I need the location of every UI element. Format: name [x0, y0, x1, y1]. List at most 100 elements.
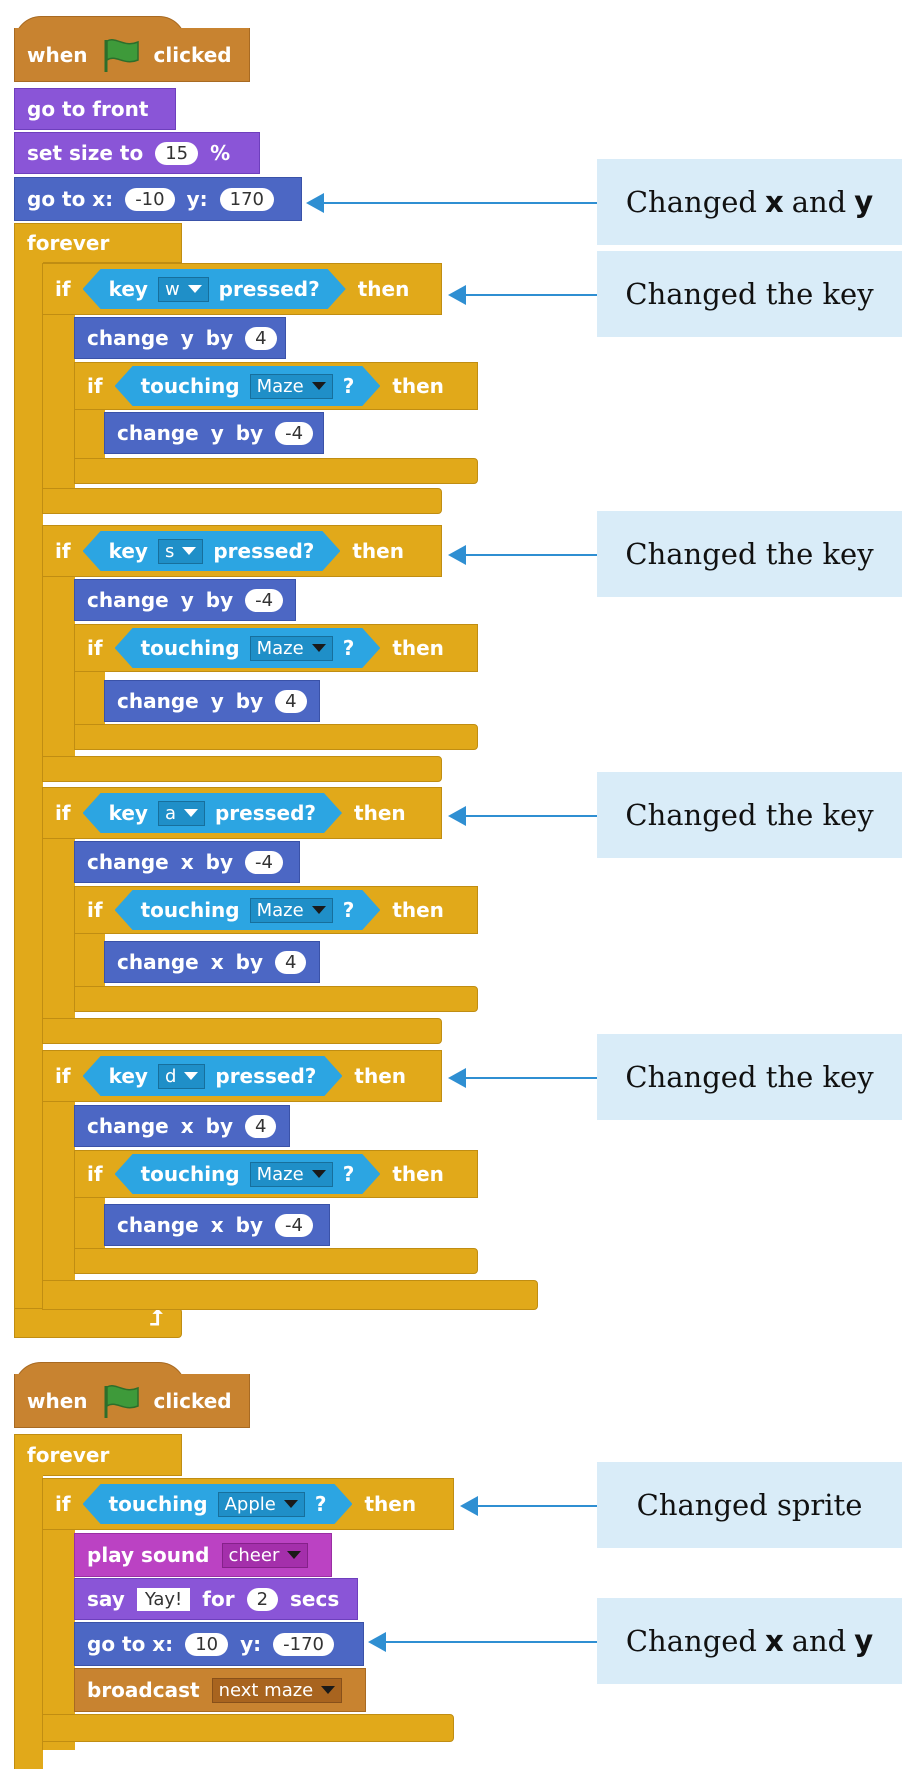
- x-value-input[interactable]: 10: [185, 1632, 229, 1656]
- change-value-input[interactable]: 4: [244, 1114, 277, 1138]
- play-sound-label: play sound: [87, 1543, 210, 1567]
- touching-sensor[interactable]: touching Maze ?: [115, 366, 381, 406]
- change-block-a[interactable]: change x by -4: [74, 841, 300, 883]
- note-changed-key-s: Changed the key: [597, 511, 902, 597]
- undo-value-input[interactable]: -4: [274, 1213, 313, 1237]
- touching-dropdown[interactable]: Maze: [250, 898, 333, 923]
- change-label: change: [117, 950, 199, 974]
- when-label: when: [27, 42, 88, 67]
- set-size-block[interactable]: set size to 15 %: [14, 132, 260, 174]
- then-label: then: [354, 801, 406, 825]
- arrow-key-a: [448, 806, 597, 826]
- then-label: then: [364, 1492, 417, 1516]
- broadcast-dropdown[interactable]: next maze: [211, 1677, 343, 1703]
- if-key-block-s[interactable]: if key s pressed? then: [42, 525, 442, 577]
- touching-label: touching: [140, 898, 240, 922]
- change-block-d[interactable]: change x by 4: [74, 1105, 290, 1147]
- touching-dropdown[interactable]: Apple: [218, 1492, 305, 1517]
- touching-sensor[interactable]: touching Maze ?: [115, 1154, 381, 1194]
- sound-dropdown[interactable]: cheer: [221, 1542, 309, 1568]
- dropdown-arrow-icon: [312, 1170, 326, 1178]
- dropdown-arrow-icon: [188, 285, 202, 293]
- key-value: s: [164, 540, 175, 562]
- say-for-secs-block[interactable]: say Yay! for 2 secs: [74, 1578, 358, 1620]
- if-touching-apple-block[interactable]: if touching Apple ? then: [42, 1478, 454, 1530]
- arrow-xy-1: [306, 193, 597, 213]
- touching-sensor[interactable]: touching Apple ?: [83, 1484, 353, 1524]
- if-touching-block-s[interactable]: if touching Maze ? then: [74, 624, 478, 672]
- note-changed-key-a: Changed the key: [597, 772, 902, 858]
- by-label: by: [235, 421, 264, 445]
- pressed-label: pressed?: [213, 539, 315, 563]
- change-value-input[interactable]: -4: [245, 588, 284, 612]
- secs-value-input[interactable]: 2: [246, 1587, 279, 1611]
- if-key-block-w[interactable]: if key w pressed? then: [42, 263, 442, 315]
- if-bottom-d: [42, 1280, 538, 1310]
- undo-change-block-w[interactable]: change y by -4: [104, 412, 324, 454]
- key-label: key: [108, 539, 148, 563]
- undo-change-block-s[interactable]: change y by 4: [104, 680, 320, 722]
- key-dropdown[interactable]: s: [158, 539, 203, 564]
- x-value-input[interactable]: -10: [125, 187, 175, 211]
- key-pressed-sensor[interactable]: key s pressed?: [83, 531, 341, 571]
- when-flag-clicked-block-2[interactable]: when clicked: [14, 1374, 250, 1428]
- forever-block-1[interactable]: forever: [14, 223, 182, 263]
- dropdown-arrow-icon: [312, 382, 326, 390]
- axis-label: x: [180, 1114, 194, 1138]
- if-touching-block-d[interactable]: if touching Maze ? then: [74, 1150, 478, 1198]
- touching-sensor[interactable]: touching Maze ?: [115, 628, 381, 668]
- undo-value-input[interactable]: -4: [275, 421, 314, 445]
- inner-if-bottom-d: [74, 1248, 478, 1274]
- secs-label: secs: [290, 1587, 340, 1611]
- touching-dropdown[interactable]: Maze: [250, 1162, 333, 1187]
- then-label: then: [357, 277, 410, 301]
- change-value-input[interactable]: -4: [244, 850, 283, 874]
- axis-label: x: [210, 1213, 224, 1237]
- change-label: change: [117, 689, 199, 713]
- go-to-xy-block-2[interactable]: go to x: 10 y: -170: [74, 1622, 364, 1666]
- key-dropdown[interactable]: w: [158, 277, 209, 302]
- key-dropdown[interactable]: d: [158, 1064, 205, 1089]
- key-label: key: [108, 277, 148, 301]
- inner-if-bottom-a: [74, 986, 478, 1012]
- undo-value-input[interactable]: 4: [274, 950, 307, 974]
- touching-sensor[interactable]: touching Maze ?: [115, 890, 381, 930]
- y-value-input[interactable]: 170: [219, 187, 274, 211]
- maze-value: Maze: [256, 899, 304, 921]
- change-block-w[interactable]: change y by 4: [74, 317, 286, 359]
- play-sound-block[interactable]: play sound cheer: [74, 1533, 332, 1577]
- if-key-block-d[interactable]: if key d pressed? then: [42, 1050, 442, 1102]
- if-touching-block-w[interactable]: if touching Maze ? then: [74, 362, 478, 410]
- if-bottom-w: [42, 488, 442, 514]
- change-label: change: [87, 1114, 169, 1138]
- axis-label: x: [180, 850, 194, 874]
- undo-change-block-d[interactable]: change x by -4: [104, 1204, 330, 1246]
- note-text: Changed the key: [625, 798, 874, 832]
- broadcast-block[interactable]: broadcast next maze: [74, 1668, 366, 1712]
- change-value-input[interactable]: 4: [245, 326, 277, 350]
- by-label: by: [205, 1114, 233, 1138]
- change-block-s[interactable]: change y by -4: [74, 579, 296, 621]
- undo-change-block-a[interactable]: change x by 4: [104, 941, 320, 983]
- green-flag-icon: [100, 1382, 142, 1420]
- key-pressed-sensor[interactable]: key d pressed?: [83, 1056, 343, 1096]
- key-dropdown[interactable]: a: [158, 801, 205, 826]
- note-changed-sprite: Changed sprite: [597, 1462, 902, 1548]
- undo-value-input[interactable]: 4: [275, 689, 307, 713]
- touching-dropdown[interactable]: Maze: [250, 374, 333, 399]
- if-bottom-a: [42, 1018, 442, 1044]
- y-value-input[interactable]: -170: [273, 1632, 334, 1656]
- key-pressed-sensor[interactable]: key a pressed?: [83, 793, 342, 833]
- axis-label: y: [180, 326, 194, 350]
- dropdown-arrow-icon: [184, 809, 198, 817]
- if-key-block-a[interactable]: if key a pressed? then: [42, 787, 442, 839]
- key-pressed-sensor[interactable]: key w pressed?: [83, 269, 346, 309]
- size-value-input[interactable]: 15: [155, 141, 199, 165]
- when-flag-clicked-block-1[interactable]: when clicked: [14, 28, 250, 82]
- go-to-front-block[interactable]: go to front: [14, 88, 176, 130]
- then-label: then: [352, 539, 404, 563]
- say-text-input[interactable]: Yay!: [136, 1587, 191, 1611]
- if-touching-block-a[interactable]: if touching Maze ? then: [74, 886, 478, 934]
- go-to-xy-block-1[interactable]: go to x: -10 y: 170: [14, 177, 302, 221]
- touching-dropdown[interactable]: Maze: [250, 636, 333, 661]
